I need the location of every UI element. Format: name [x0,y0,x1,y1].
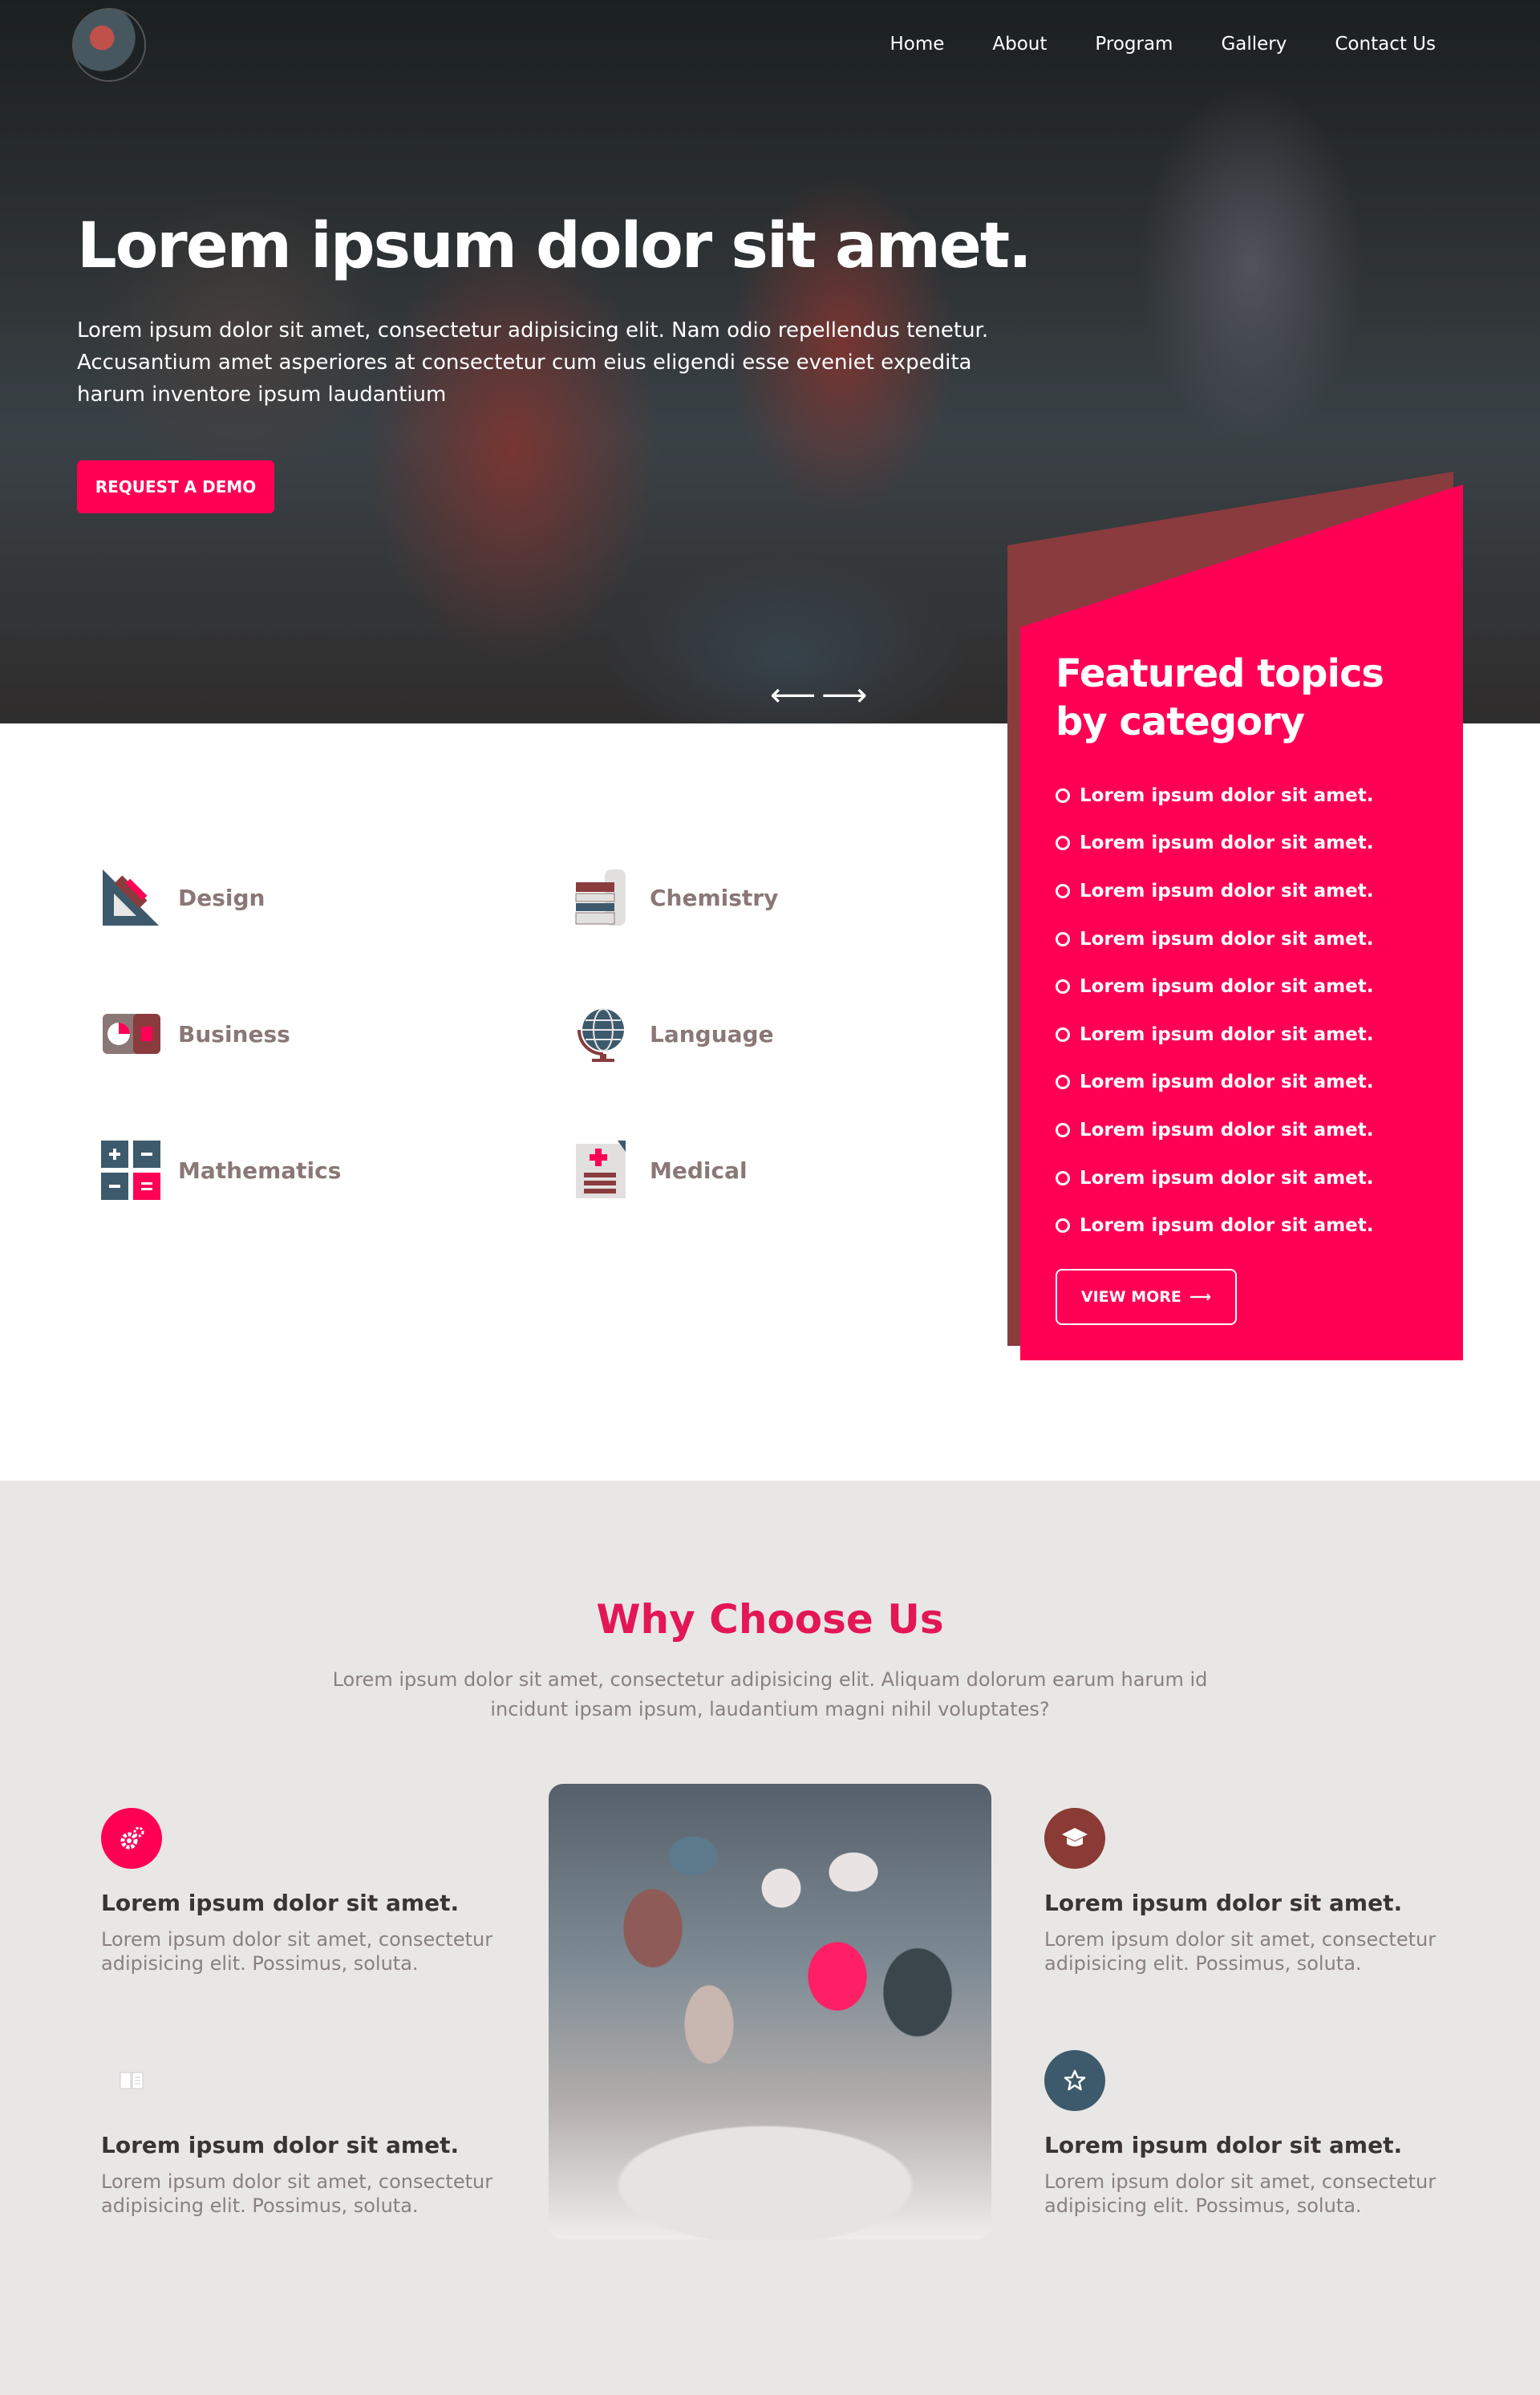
featured-list: Lorem ipsum dolor sit amet. Lorem ipsum … [1056,772,1373,1250]
nav-about[interactable]: About [992,34,1047,55]
hero-title: Lorem ipsum dolor sit amet. [77,210,1032,282]
feature-text: Lorem ipsum dolor sit amet, consectetur … [101,1928,493,1975]
nav-home[interactable]: Home [890,34,944,55]
circle-bullet-icon [1056,883,1070,898]
circle-bullet-icon [1056,931,1070,946]
category-label: Language [650,1020,774,1048]
mathematics-icon [101,1141,160,1200]
students-photo [549,1784,991,2239]
circle-bullet-icon [1056,788,1070,803]
site-logo[interactable] [72,8,146,82]
gears-icon [101,1808,162,1869]
nav-program[interactable]: Program [1095,34,1173,55]
feature-title: Lorem ipsum dolor sit amet. [1044,1890,1403,1916]
feature-text: Lorem ipsum dolor sit amet, consectetur … [101,2170,493,2217]
feature-text: Lorem ipsum dolor sit amet, consectetur … [1044,2170,1437,2217]
globe-icon [573,1004,632,1064]
featured-item[interactable]: Lorem ipsum dolor sit amet. [1056,1154,1373,1202]
nav-contact[interactable]: Contact Us [1335,34,1436,55]
circle-bullet-icon [1056,1075,1070,1090]
category-label: Chemistry [650,884,779,911]
arrow-right-icon: ⟶ [1189,1288,1212,1306]
category-mathematics[interactable]: Mathematics [101,1141,341,1200]
book-icon [101,2050,162,2111]
category-label: Business [178,1020,290,1048]
slider-next-arrow-icon[interactable]: ⟶ [821,679,867,711]
featured-item[interactable]: Lorem ipsum dolor sit amet. [1056,1011,1373,1059]
view-more-button[interactable]: VIEW MORE ⟶ [1056,1269,1237,1325]
why-subtitle: Lorem ipsum dolor sit amet, consectetur … [332,1668,1208,1720]
feature-item: Lorem ipsum dolor sit amet. Lorem ipsum … [101,2050,518,2218]
circle-bullet-icon [1056,1218,1070,1234]
featured-item[interactable]: Lorem ipsum dolor sit amet. [1056,867,1373,915]
featured-item[interactable]: Lorem ipsum dolor sit amet. [1056,820,1373,868]
main-nav: Home About Program Gallery Contact Us [890,34,1436,55]
category-label: Design [178,884,265,911]
feature-title: Lorem ipsum dolor sit amet. [101,1890,460,1916]
circle-bullet-icon [1056,1027,1070,1042]
featured-item[interactable]: Lorem ipsum dolor sit amet. [1056,915,1373,963]
featured-item[interactable]: Lorem ipsum dolor sit amet. [1056,1106,1373,1154]
why-title: Why Choose Us [596,1596,944,1643]
category-label: Mathematics [178,1157,342,1184]
star-icon [1044,2050,1105,2111]
feature-item: Lorem ipsum dolor sit amet. Lorem ipsum … [101,1808,518,1976]
category-business[interactable]: Business [101,1004,290,1064]
feature-item: Lorem ipsum dolor sit amet. Lorem ipsum … [1044,1808,1461,1976]
category-language[interactable]: Language [573,1004,774,1064]
featured-topics-card: Featured topics by category Lorem ipsum … [1020,484,1463,1360]
slider-prev-arrow-icon[interactable]: ⟵ [770,679,816,711]
circle-bullet-icon [1056,1122,1070,1137]
feature-item: Lorem ipsum dolor sit amet. Lorem ipsum … [1044,2050,1461,2218]
request-demo-button[interactable]: REQUEST A DEMO [77,460,274,513]
circle-bullet-icon [1056,979,1070,995]
chemistry-icon [573,868,632,927]
feature-text: Lorem ipsum dolor sit amet, consectetur … [1044,1928,1437,1975]
design-icon [101,868,160,927]
graduation-cap-icon [1044,1808,1105,1869]
featured-item[interactable]: Lorem ipsum dolor sit amet. [1056,1059,1373,1107]
featured-item[interactable]: Lorem ipsum dolor sit amet. [1056,962,1373,1011]
featured-item[interactable]: Lorem ipsum dolor sit amet. [1056,772,1373,820]
feature-title: Lorem ipsum dolor sit amet. [101,2132,460,2158]
category-design[interactable]: Design [101,868,265,927]
featured-title: Featured topics by category [1056,651,1384,744]
featured-item[interactable]: Lorem ipsum dolor sit amet. [1056,1202,1373,1250]
nav-gallery[interactable]: Gallery [1221,34,1287,55]
feature-title: Lorem ipsum dolor sit amet. [1044,2132,1403,2158]
category-chemistry[interactable]: Chemistry [573,868,778,927]
business-icon [101,1004,160,1064]
hero-description: Lorem ipsum dolor sit amet, consectetur … [77,318,989,407]
category-medical[interactable]: Medical [573,1141,748,1200]
circle-bullet-icon [1056,1170,1070,1185]
medical-icon [573,1141,632,1200]
category-label: Medical [650,1157,748,1184]
circle-bullet-icon [1056,836,1070,851]
